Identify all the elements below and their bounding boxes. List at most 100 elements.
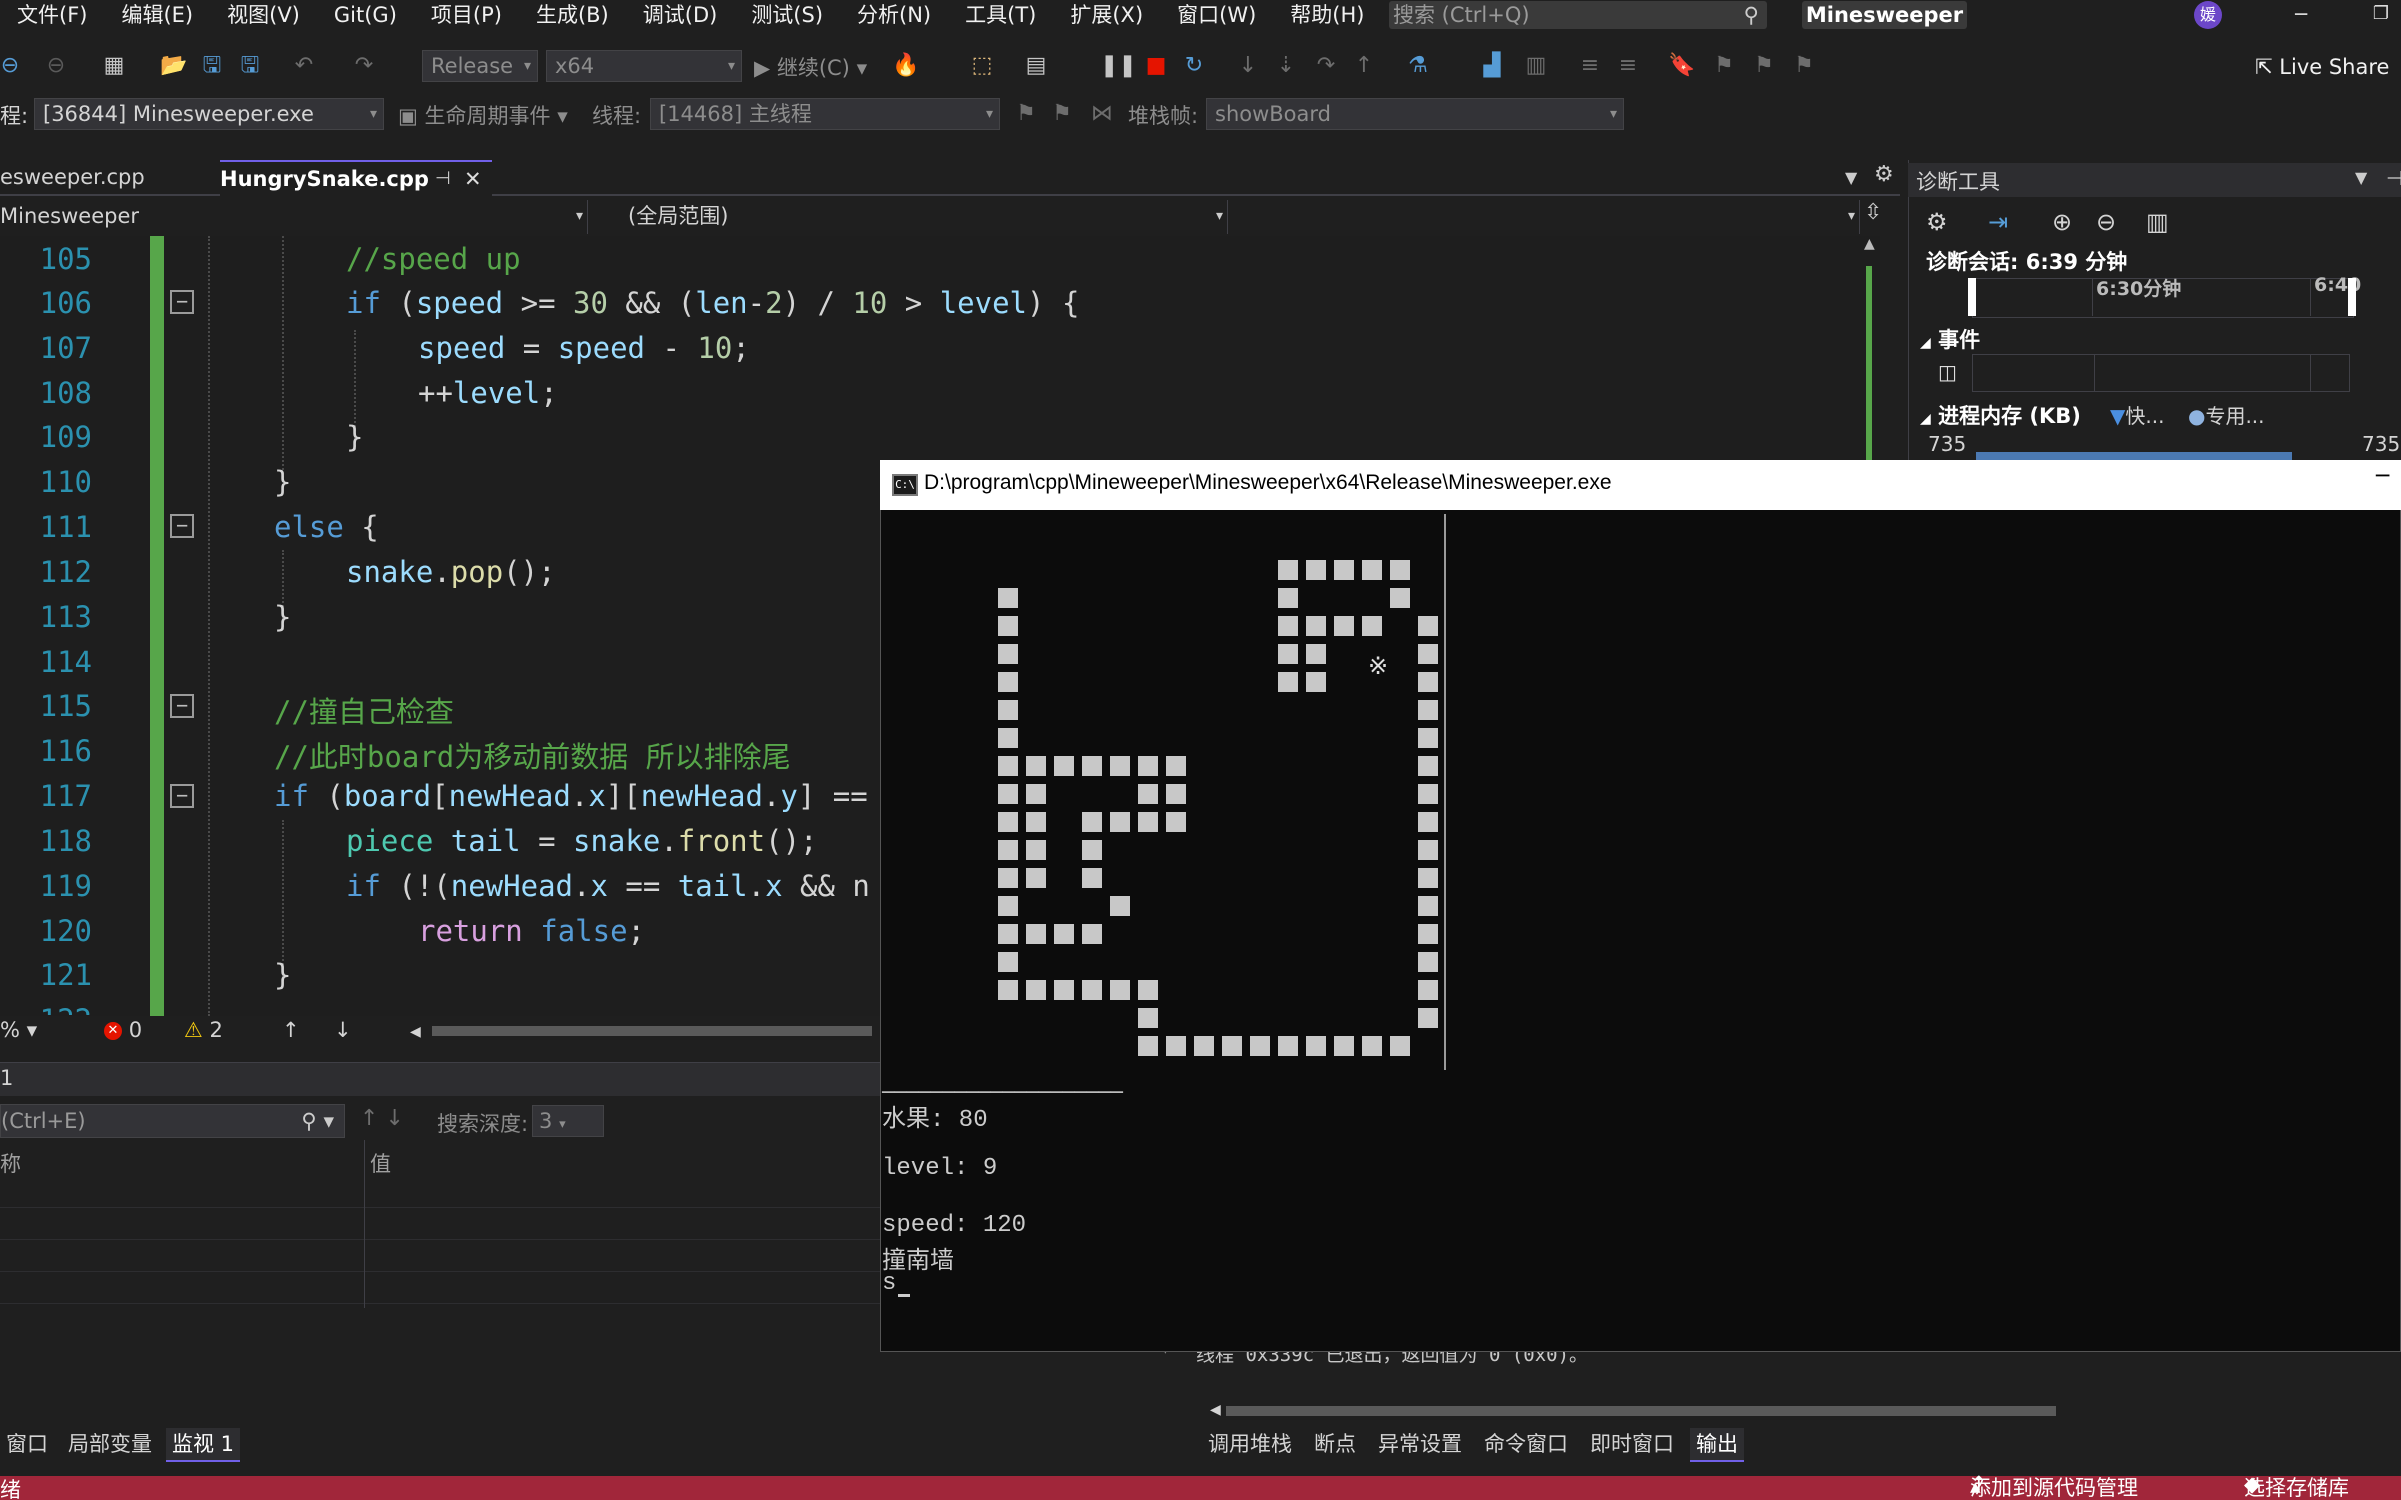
clear-bookmarks-icon[interactable]: ⚑ [1790, 52, 1818, 80]
restart-icon[interactable]: ↻ [1180, 52, 1208, 80]
tab-output[interactable]: 输出 [1690, 1428, 1744, 1462]
arrow-up-icon[interactable]: ↑ [360, 1106, 378, 1131]
tab-locals[interactable]: 局部变量 [62, 1428, 158, 1462]
cursor-tool-icon[interactable]: ▟ [1478, 52, 1506, 80]
navigate-back-icon[interactable]: ⊖ [0, 52, 24, 80]
legend-private[interactable]: ●专用... [2188, 400, 2265, 429]
watch-search-input[interactable]: (Ctrl+E) ⚲ ▾ [0, 1104, 345, 1138]
tab-breakpoints[interactable]: 断点 [1308, 1428, 1362, 1462]
project-dropdown[interactable]: Minesweeper ▾ [0, 200, 588, 234]
menu-git[interactable]: Git(G) [317, 0, 414, 30]
step-over-icon[interactable]: ⇣ [1272, 52, 1300, 80]
debug-target-icon[interactable]: ▤ [1022, 52, 1050, 80]
scroll-up-icon[interactable]: ▲ [1864, 236, 1875, 252]
member-dropdown[interactable]: ▾ [1232, 200, 1860, 234]
panel-menu-chevron-icon[interactable]: ▼ [2355, 168, 2367, 187]
scrollbar-thumb[interactable] [1866, 266, 1872, 466]
solution-config-select[interactable]: Release ▾ [422, 50, 538, 82]
tab-call-stack[interactable]: 调用堆栈 [1202, 1428, 1298, 1462]
export-icon[interactable]: ⇥ [1988, 208, 2008, 236]
search-box[interactable]: 搜索 (Ctrl+Q) ⚲ [1389, 1, 1767, 29]
tab-window[interactable]: 窗口 [0, 1428, 54, 1462]
menu-extensions[interactable]: 扩展(X) [1053, 0, 1160, 30]
scrollbar-thumb[interactable] [1226, 1406, 2056, 1416]
tab-watch-1[interactable]: 监视 1 [166, 1428, 241, 1462]
continue-button[interactable]: ▶ 继续(C) ▾ [754, 52, 867, 82]
indent-icon[interactable]: ≡ [1614, 52, 1642, 80]
save-all-icon[interactable]: 🖫 [236, 52, 264, 80]
watch-column-name[interactable]: 称 [0, 1148, 21, 1178]
tab-exception-settings[interactable]: 异常设置 [1372, 1428, 1468, 1462]
error-count[interactable]: ✕ 0 [104, 1018, 142, 1042]
gear-icon[interactable]: ⚙ [1926, 208, 1948, 236]
avatar[interactable]: 媛 [2194, 1, 2222, 29]
column-divider[interactable] [364, 1140, 365, 1308]
events-section-header[interactable]: ◢ 事件 [1920, 324, 1980, 354]
prev-bookmark-icon[interactable]: ⚑ [1710, 52, 1738, 80]
prev-issue-icon[interactable]: ↑ [282, 1018, 300, 1042]
break-all-icon[interactable]: ❚❚ [1100, 52, 1137, 80]
stackframe-select[interactable]: showBoard ▾ [1206, 98, 1624, 130]
undo-icon[interactable]: ↶ [290, 52, 318, 80]
navigate-forward-icon[interactable]: ⊖ [42, 52, 70, 80]
next-bookmark-icon[interactable]: ⚑ [1750, 52, 1778, 80]
outdent-icon[interactable]: ≡ [1576, 52, 1604, 80]
show-next-statement-icon[interactable]: ⬚ [968, 52, 996, 80]
timeline-range-end-handle[interactable] [2348, 278, 2356, 316]
step-back-icon[interactable]: ↷ [1312, 52, 1340, 80]
menu-test[interactable]: 测试(S) [734, 0, 840, 30]
platform-select[interactable]: x64 ▾ [546, 50, 742, 82]
menu-view[interactable]: 视图(V) [210, 0, 317, 30]
redo-icon[interactable]: ↷ [350, 52, 378, 80]
close-icon[interactable]: ✕ [464, 162, 482, 196]
tab-immediate-window[interactable]: 即时窗口 [1584, 1428, 1680, 1462]
minimize-icon[interactable]: ─ [2376, 464, 2389, 489]
zoom-out-icon[interactable]: ⊖ [2096, 208, 2116, 236]
tab-hungrysnake-cpp[interactable]: HungrySnake.cpp ⊣ ✕ [220, 160, 492, 196]
scope-dropdown[interactable]: (全局范围) ▾ [592, 200, 1228, 234]
menu-window[interactable]: 窗口(W) [1160, 0, 1273, 30]
zoom-select[interactable]: % ▾ [0, 1018, 37, 1042]
save-icon[interactable]: 🖫 [198, 52, 226, 80]
pause-icon[interactable]: ◫ [1938, 360, 1957, 384]
tab-command-window[interactable]: 命令窗口 [1478, 1428, 1574, 1462]
new-project-icon[interactable]: ▦ [100, 52, 128, 80]
menu-tools[interactable]: 工具(T) [948, 0, 1053, 30]
menu-help[interactable]: 帮助(H) [1273, 0, 1381, 30]
legend-snapshot[interactable]: ▼快... [2110, 400, 2164, 429]
timeline-range-start-handle[interactable] [1968, 278, 1976, 316]
search-depth-select[interactable]: 3 ▾ [532, 1105, 604, 1137]
editor-horizontal-scrollbar[interactable] [412, 1024, 880, 1038]
next-issue-icon[interactable]: ↓ [334, 1018, 352, 1042]
step-out-icon[interactable]: ↑ [1350, 52, 1378, 80]
comment-icon[interactable]: ▥ [1522, 52, 1550, 80]
bookmark-icon[interactable]: 🔖 [1668, 52, 1696, 80]
menu-project[interactable]: 项目(P) [414, 0, 519, 30]
fold-toggle[interactable]: − [170, 514, 194, 538]
tab-list-chevron-icon[interactable]: ▼ [1845, 168, 1857, 187]
step-into-icon[interactable]: ↓ [1234, 52, 1262, 80]
fold-toggle[interactable]: − [170, 694, 194, 718]
stop-debugging-icon[interactable]: ■ [1142, 52, 1170, 80]
toggle-external-icon[interactable]: ⋈ [1088, 100, 1116, 128]
live-share-button[interactable]: ⇱ Live Share [2255, 55, 2389, 79]
memory-section-header[interactable]: ◢ 进程内存 (KB) [1920, 400, 2081, 430]
split-editor-icon[interactable]: ⇳ [1864, 200, 1882, 225]
search-icon[interactable]: ⚲ ▾ [301, 1105, 334, 1137]
flag-thread-icon[interactable]: ⚑ [1012, 100, 1040, 128]
menu-analyze[interactable]: 分析(N) [840, 0, 948, 30]
fold-toggle[interactable]: − [170, 290, 194, 314]
warning-count[interactable]: ⚠ 2 [184, 1018, 223, 1042]
thread-select[interactable]: [14468] 主线程 ▾ [650, 98, 1000, 130]
output-horizontal-scrollbar[interactable] [1208, 1404, 2394, 1418]
watch-search-nav[interactable]: ↑ ↓ [360, 1106, 404, 1131]
minimize-icon[interactable]: ─ [2286, 0, 2316, 30]
lifecycle-events[interactable]: ▣ 生命周期事件 ▾ [398, 100, 568, 130]
fold-toggle[interactable]: − [170, 784, 194, 808]
tab-minesweeper-cpp[interactable]: esweeper.cpp [0, 160, 145, 196]
menu-edit[interactable]: 编辑(E) [104, 0, 210, 30]
scrollbar-thumb[interactable] [432, 1026, 872, 1036]
menu-file[interactable]: 文件(F) [0, 0, 104, 30]
flag-all-icon[interactable]: ⚑ [1048, 100, 1076, 128]
diagnostics-icon[interactable]: ⚗ [1404, 52, 1432, 80]
